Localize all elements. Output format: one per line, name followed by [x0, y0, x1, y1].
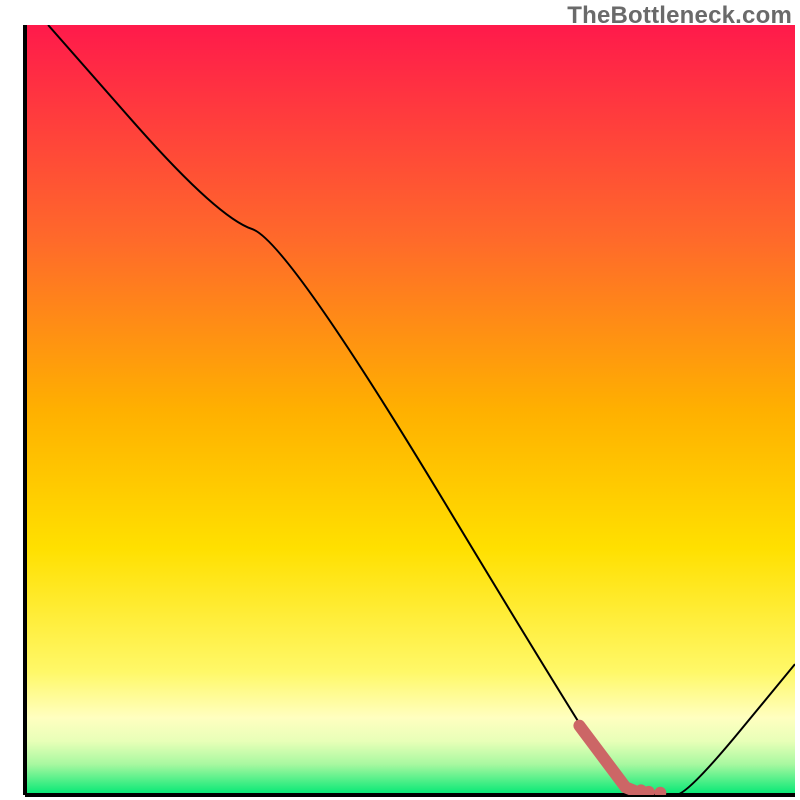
plot-background — [25, 25, 795, 795]
chart-root: TheBottleneck.com — [0, 0, 800, 800]
chart-svg — [0, 0, 800, 800]
